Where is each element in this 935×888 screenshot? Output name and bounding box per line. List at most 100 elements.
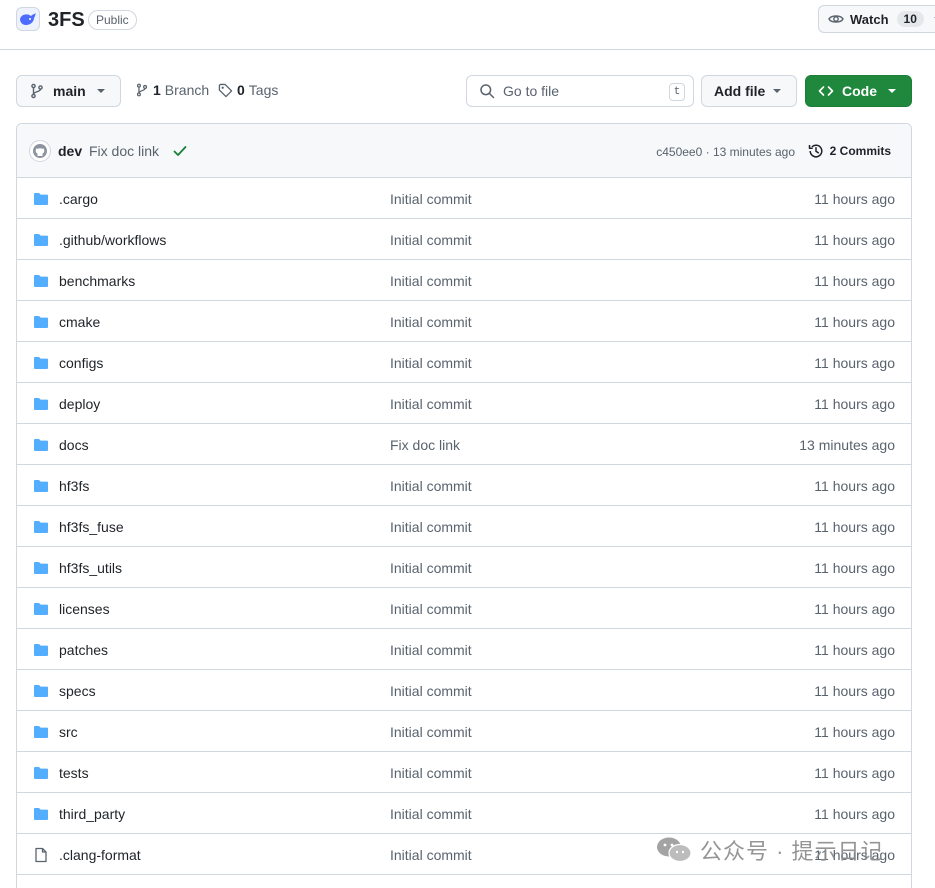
file-commit-time: 11 hours ago [814,232,895,248]
file-row[interactable]: .cargo Initial commit 11 hours ago [17,178,911,219]
file-name-link[interactable]: cmake [59,314,100,330]
file-name-link[interactable]: licenses [59,601,110,617]
file-commit-message[interactable]: Initial commit [390,683,472,699]
file-commit-message[interactable]: Initial commit [390,273,472,289]
file-name-link[interactable]: benchmarks [59,273,135,289]
file-commit-message[interactable]: Initial commit [390,191,472,207]
commit-hash-time[interactable]: c450ee0 · 13 minutes ago [656,145,795,159]
file-commit-time: 11 hours ago [814,273,895,289]
code-button[interactable]: Code [805,75,912,107]
folder-icon [33,478,49,497]
file-commit-message[interactable]: Initial commit [390,232,472,248]
file-name-link[interactable]: .github/workflows [59,232,166,248]
watch-button[interactable]: Watch 10 [818,5,935,33]
file-name-link[interactable]: specs [59,683,96,699]
file-row[interactable]: specs Initial commit 11 hours ago [17,670,911,711]
go-to-file-input[interactable]: Go to file t [466,75,694,107]
folder-icon [33,683,49,702]
author-avatar[interactable] [29,140,51,162]
file-commit-time: 11 hours ago [814,396,895,412]
file-name-link[interactable]: patches [59,642,108,658]
repo-header: 3FS Public Watch 10 [0,0,935,50]
watch-label: Watch [850,11,889,27]
file-row[interactable]: src Initial commit 11 hours ago [17,711,911,752]
file-row[interactable]: patches Initial commit 11 hours ago [17,629,911,670]
file-commit-message[interactable]: Initial commit [390,724,472,740]
folder-icon [33,724,49,743]
file-name-link[interactable]: src [59,724,78,740]
file-commit-time: 11 hours ago [814,765,895,781]
branch-selector-button[interactable]: main [16,75,121,107]
file-commit-message[interactable]: Initial commit [390,601,472,617]
code-label: Code [842,83,877,99]
file-row[interactable]: licenses Initial commit 11 hours ago [17,588,911,629]
file-commit-time: 13 minutes ago [799,437,895,453]
git-branch-icon [136,83,148,97]
file-commit-message[interactable]: Fix doc link [390,437,460,453]
file-row[interactable]: tests Initial commit 11 hours ago [17,752,911,793]
file-commit-message[interactable]: Initial commit [390,765,472,781]
file-row[interactable]: benchmarks Initial commit 11 hours ago [17,260,911,301]
file-commit-time: 11 hours ago [814,683,895,699]
file-commit-message[interactable]: Initial commit [390,519,472,535]
repo-owner-avatar[interactable] [16,7,40,31]
file-name-link[interactable]: .clang-format [59,847,141,863]
repo-name[interactable]: 3FS [48,8,85,32]
file-row[interactable]: hf3fs_fuse Initial commit 11 hours ago [17,506,911,547]
github-mark-icon [33,144,47,158]
keyboard-shortcut-hint: t [669,83,685,101]
file-commit-message[interactable]: Initial commit [390,355,472,371]
file-commit-message[interactable]: Initial commit [390,642,472,658]
add-file-button[interactable]: Add file [701,75,797,107]
file-name-link[interactable]: third_party [59,806,125,822]
file-name-link[interactable]: docs [59,437,89,453]
file-commit-message[interactable]: Initial commit [390,314,472,330]
file-commit-message[interactable]: Initial commit [390,806,472,822]
file-name-link[interactable]: .cargo [59,191,98,207]
file-list: dev Fix doc link c450ee0 · 13 minutes ag… [16,123,912,888]
watermark: 公众号 · 提示日记 [656,834,884,866]
file-row[interactable]: deploy Initial commit 11 hours ago [17,383,911,424]
visibility-badge: Public [88,10,137,30]
commits-count: 2 Commits [829,144,891,158]
folder-icon [33,232,49,251]
tags-link[interactable]: 0 Tags [218,82,278,98]
file-commit-message[interactable]: Initial commit [390,478,472,494]
folder-icon [33,806,49,825]
whale-logo-icon [20,13,36,25]
file-row[interactable]: docs Fix doc link 13 minutes ago [17,424,911,465]
commit-message[interactable]: Fix doc link [89,143,159,159]
branches-link[interactable]: 1 Branch [135,82,209,98]
file-commit-time: 11 hours ago [814,806,895,822]
file-row[interactable]: hf3fs Initial commit 11 hours ago [17,465,911,506]
file-commit-time: 11 hours ago [814,724,895,740]
caret-down-icon [888,89,896,93]
file-commit-time: 11 hours ago [814,191,895,207]
add-file-label: Add file [714,83,766,99]
file-name-link[interactable]: tests [59,765,89,781]
file-row[interactable]: hf3fs_utils Initial commit 11 hours ago [17,547,911,588]
file-row[interactable]: .github/workflows Initial commit 11 hours … [17,219,911,260]
file-row[interactable]: cmake Initial commit 11 hours ago [17,301,911,342]
tag-icon [218,83,233,97]
watermark-text: 公众号 · 提示日记 [700,839,884,864]
check-icon[interactable] [172,143,188,159]
folder-icon [33,601,49,620]
commits-link[interactable]: 2 Commits [808,143,891,159]
file-commit-message[interactable]: Initial commit [390,560,472,576]
file-commit-time: 11 hours ago [814,478,895,494]
latest-commit-bar: dev Fix doc link c450ee0 · 13 minutes ag… [17,124,911,178]
file-name-link[interactable]: hf3fs_fuse [59,519,124,535]
folder-icon [33,314,49,333]
file-name-link[interactable]: deploy [59,396,100,412]
file-row[interactable]: third_party Initial commit 11 hours ago [17,793,911,834]
history-icon [808,144,823,158]
code-brackets-icon [818,86,834,96]
commit-author[interactable]: dev [58,143,82,159]
file-commit-message[interactable]: Initial commit [390,396,472,412]
file-commit-message[interactable]: Initial commit [390,847,472,863]
file-row[interactable]: configs Initial commit 11 hours ago [17,342,911,383]
file-name-link[interactable]: configs [59,355,103,371]
file-name-link[interactable]: hf3fs_utils [59,560,122,576]
file-name-link[interactable]: hf3fs [59,478,89,494]
